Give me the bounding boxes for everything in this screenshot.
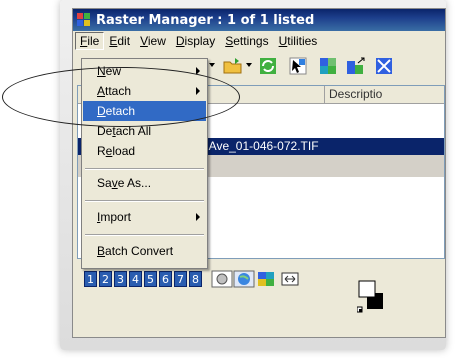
view-button-3[interactable]: 3 (114, 271, 127, 287)
menu-item-attach[interactable]: Attach (83, 81, 206, 101)
fit-icon[interactable] (279, 269, 301, 289)
view-button-5[interactable]: 5 (144, 271, 157, 287)
view-button-1[interactable]: 1 (84, 271, 97, 287)
menu-item-detach[interactable]: Detach (83, 101, 206, 121)
menu-item-batch-convert[interactable]: Batch Convert (83, 241, 206, 261)
open-folder-icon[interactable] (223, 56, 243, 76)
menu-item-reload[interactable]: Reload (83, 141, 206, 161)
menu-file[interactable]: File (75, 32, 105, 50)
view-button-4[interactable]: 4 (129, 271, 142, 287)
menu-separator (85, 234, 204, 236)
raster-arrow-icon[interactable] (346, 56, 366, 76)
color-swatch-icon[interactable] (356, 279, 387, 313)
view-button-7[interactable]: 7 (174, 271, 187, 287)
column-description-header[interactable]: Descriptio (324, 86, 382, 104)
menu-item-new[interactable]: New (83, 61, 206, 81)
menu-item-detach-all[interactable]: Detach All (83, 121, 206, 141)
menu-item-save-as[interactable]: Save As... (83, 173, 206, 193)
submenu-arrow-icon (196, 67, 200, 75)
submenu-arrow-icon (196, 213, 200, 221)
raster-manager-icon (77, 13, 91, 27)
view-toolbar: 1 2 3 4 5 6 7 8 (73, 261, 445, 337)
menu-view[interactable]: View (135, 33, 171, 49)
refresh-icon[interactable] (258, 56, 278, 76)
menu-separator (85, 200, 204, 202)
view-group-icon[interactable] (211, 269, 233, 289)
menu-settings[interactable]: Settings (220, 33, 273, 49)
menu-edit[interactable]: Edit (104, 33, 135, 49)
raster-layer-icon[interactable] (318, 56, 338, 76)
menu-utilities[interactable]: Utilities (274, 33, 323, 49)
menu-separator (85, 168, 204, 170)
raster-delete-icon[interactable] (374, 56, 394, 76)
open-dropdown-arrow[interactable] (246, 63, 252, 67)
submenu-arrow-icon (196, 87, 200, 95)
menu-display[interactable]: Display (171, 33, 220, 49)
menu-bar: File Edit View Display Settings Utilitie… (73, 32, 445, 50)
select-tool-icon[interactable] (288, 56, 308, 76)
window-title: Raster Manager : 1 of 1 listed (96, 12, 315, 28)
view-button-8[interactable]: 8 (189, 271, 202, 287)
menu-item-import[interactable]: Import (83, 207, 206, 227)
view-button-2[interactable]: 2 (99, 271, 112, 287)
globe-icon[interactable] (233, 269, 255, 289)
new-dropdown-arrow[interactable] (209, 63, 215, 67)
title-bar[interactable]: Raster Manager : 1 of 1 listed (73, 9, 445, 31)
file-menu-dropdown: New Attach Detach Detach All Reload Save… (81, 58, 208, 269)
raster-display-icon[interactable] (255, 269, 277, 289)
view-button-6[interactable]: 6 (159, 271, 172, 287)
